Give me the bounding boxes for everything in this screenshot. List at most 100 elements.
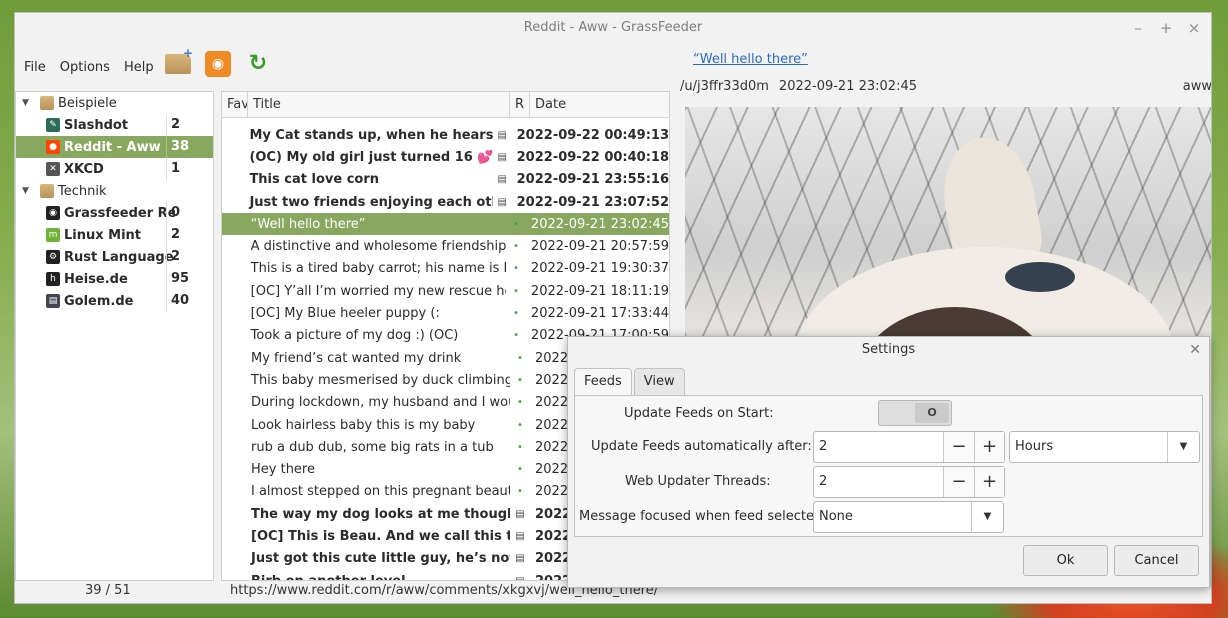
article-category: aww: [1182, 79, 1212, 94]
auto-update-stepper: 2 − +: [813, 431, 1005, 463]
article-date: 2022-09-21 19:30:37: [530, 261, 669, 277]
ok-button[interactable]: Ok: [1023, 545, 1108, 576]
dialog-close-icon[interactable]: ✕: [1189, 337, 1201, 363]
title-bar[interactable]: Reddit - Aww - GrassFeeder – + ×: [15, 13, 1211, 43]
folder-icon: [40, 96, 54, 110]
item-title-link[interactable]: “Well hello there”: [693, 52, 808, 67]
auto-update-value[interactable]: 2: [814, 432, 944, 462]
menu-options[interactable]: Options: [55, 58, 115, 77]
expand-arrow-icon[interactable]: ▼: [22, 98, 36, 108]
article-row[interactable]: [OC] Y’all I’m worried my new rescue hou…: [222, 280, 669, 302]
tree-feed[interactable]: ▤ Golem.de 40: [16, 290, 213, 312]
article-row[interactable]: (OC) My old girl just turned 16 💕 ▤ 2022-0…: [222, 146, 669, 168]
threads-plus-button[interactable]: +: [974, 467, 1004, 497]
tree-feed[interactable]: h Heise.de 95: [16, 268, 213, 290]
tree-unread-count: 38: [166, 136, 214, 158]
cancel-button[interactable]: Cancel: [1114, 545, 1199, 576]
article-row[interactable]: [OC] My Blue heeler puppy (: • 2022-09-21 …: [222, 302, 669, 324]
tree-unread-count: 2: [166, 224, 214, 246]
tree-feed[interactable]: ● Reddit - Aww 38: [16, 136, 213, 158]
article-title: I almost stepped on this pregnant beauty…: [251, 484, 510, 500]
window-title: Reddit - Aww - GrassFeeder: [523, 20, 703, 35]
add-folder-icon[interactable]: [165, 46, 193, 74]
article-title: This is a tired baby carrot; his name is…: [250, 261, 507, 277]
article-row[interactable]: This is a tired baby carrot; his name is…: [222, 258, 669, 280]
chevron-down-icon: ▼: [971, 502, 1003, 532]
article-title: Hey there: [251, 462, 315, 478]
tree-label: Technik: [58, 183, 107, 199]
tree-feed[interactable]: m Linux Mint 2: [16, 224, 213, 246]
article-date: 2022-09-22 00:49:13: [516, 127, 669, 143]
tree-label: Heise.de: [64, 271, 128, 287]
dialog-title: Settings: [861, 342, 916, 357]
tree-folder[interactable]: ▼ Beispiele: [16, 92, 213, 114]
column-r[interactable]: R: [510, 92, 530, 117]
tree-unread-count: 1: [166, 158, 214, 180]
read-dot-icon: •: [517, 419, 523, 431]
minimize-button[interactable]: –: [1129, 13, 1147, 43]
article-title: The way my dog looks at me though 🥹: [251, 506, 510, 522]
expand-arrow-icon[interactable]: ▼: [22, 186, 36, 196]
list-header: Fav Title R Date: [222, 92, 669, 118]
menu-bar: File Options Help: [15, 53, 159, 81]
article-title: Birb on another level: [248, 574, 510, 580]
unread-document-icon: ▤: [497, 151, 507, 163]
article-title: This baby mesmerised by duck climbing to…: [251, 372, 510, 388]
unread-document-icon: ▤: [510, 576, 530, 580]
update-on-start-label: Update Feeds on Start:: [624, 406, 774, 421]
folder-icon: [40, 184, 54, 198]
menu-file[interactable]: File: [19, 58, 51, 77]
tree-folder[interactable]: ▼ Technik: [16, 180, 213, 202]
add-feed-icon[interactable]: ◉: [205, 51, 231, 77]
article-row[interactable]: A distinctive and wholesome friendship • 2…: [222, 235, 669, 257]
article-row[interactable]: Just two friends enjoying each others co…: [222, 191, 669, 213]
article-row[interactable]: “Well hello there” • 2022-09-21 23:02:45: [222, 213, 669, 236]
unread-document-icon: ▤: [515, 508, 525, 520]
dialog-title-bar[interactable]: Settings ✕: [568, 337, 1209, 363]
unread-document-icon: ▤: [497, 196, 507, 208]
chevron-down-icon: ▼: [1167, 432, 1199, 462]
column-fav[interactable]: Fav: [222, 92, 248, 117]
tree-unread-count: 0: [166, 202, 214, 224]
article-date: 2022-09-21 23:02:45: [530, 216, 669, 232]
feed-icon: ▤: [46, 294, 60, 308]
auto-update-minus-button[interactable]: −: [944, 432, 974, 462]
menu-help[interactable]: Help: [119, 58, 159, 77]
tree-unread-count: 40: [166, 290, 214, 312]
focus-label: Message focused when feed selected:: [579, 509, 827, 524]
article-row[interactable]: My Cat stands up, when he hears bell noi…: [222, 124, 669, 146]
focus-select[interactable]: None ▼: [813, 501, 1004, 533]
article-row[interactable]: This cat love corn ▤ 2022-09-21 23:55:16: [222, 169, 669, 191]
tree-feed[interactable]: ◉ Grassfeeder Rel 0: [16, 202, 213, 224]
settings-dialog: Settings ✕ Feeds View Update Feeds on St…: [567, 336, 1210, 588]
tree-feed[interactable]: ✕ XKCD 1: [16, 158, 213, 180]
article-title: My Cat stands up, when he hears bell noi…: [249, 127, 493, 143]
tree-feed[interactable]: ⚙ Rust Language 2: [16, 246, 213, 268]
feed-tree: ▼ Beispiele ✎ Slashdot 2 ● Reddit - Aww 38 ✕ XKCD…: [15, 91, 214, 581]
tree-label: Linux Mint: [64, 227, 142, 243]
column-date[interactable]: Date: [530, 92, 669, 117]
refresh-icon[interactable]: ↻: [245, 51, 271, 77]
tab-feeds[interactable]: Feeds: [574, 368, 632, 396]
article-date: 2022-09-21 23:02:45: [778, 79, 917, 94]
maximize-button[interactable]: +: [1157, 13, 1175, 43]
read-dot-icon: •: [513, 263, 519, 275]
auto-update-plus-button[interactable]: +: [974, 432, 1004, 462]
feed-icon: ⚙: [46, 250, 60, 264]
article-date: 2022-09-22 00:40:18: [516, 149, 669, 165]
auto-update-unit-select[interactable]: Hours ▼: [1009, 431, 1200, 463]
close-button[interactable]: ×: [1185, 13, 1203, 43]
threads-value[interactable]: 2: [814, 467, 944, 497]
threads-minus-button[interactable]: −: [944, 467, 974, 497]
column-title[interactable]: Title: [248, 92, 510, 117]
tree-label: Golem.de: [64, 293, 134, 309]
tree-unread-count: 2: [166, 246, 214, 268]
update-on-start-toggle[interactable]: O: [878, 400, 952, 426]
feed-icon: h: [46, 272, 60, 286]
tab-view[interactable]: View: [633, 368, 685, 395]
tree-feed[interactable]: ✎ Slashdot 2: [16, 114, 213, 136]
tree-label: Grassfeeder Rel: [64, 205, 175, 221]
article-title: [OC] This is Beau. And we call this the …: [251, 528, 510, 544]
read-dot-icon: •: [513, 241, 519, 253]
article-date: 2022-09-21 23:07:52: [516, 194, 669, 210]
